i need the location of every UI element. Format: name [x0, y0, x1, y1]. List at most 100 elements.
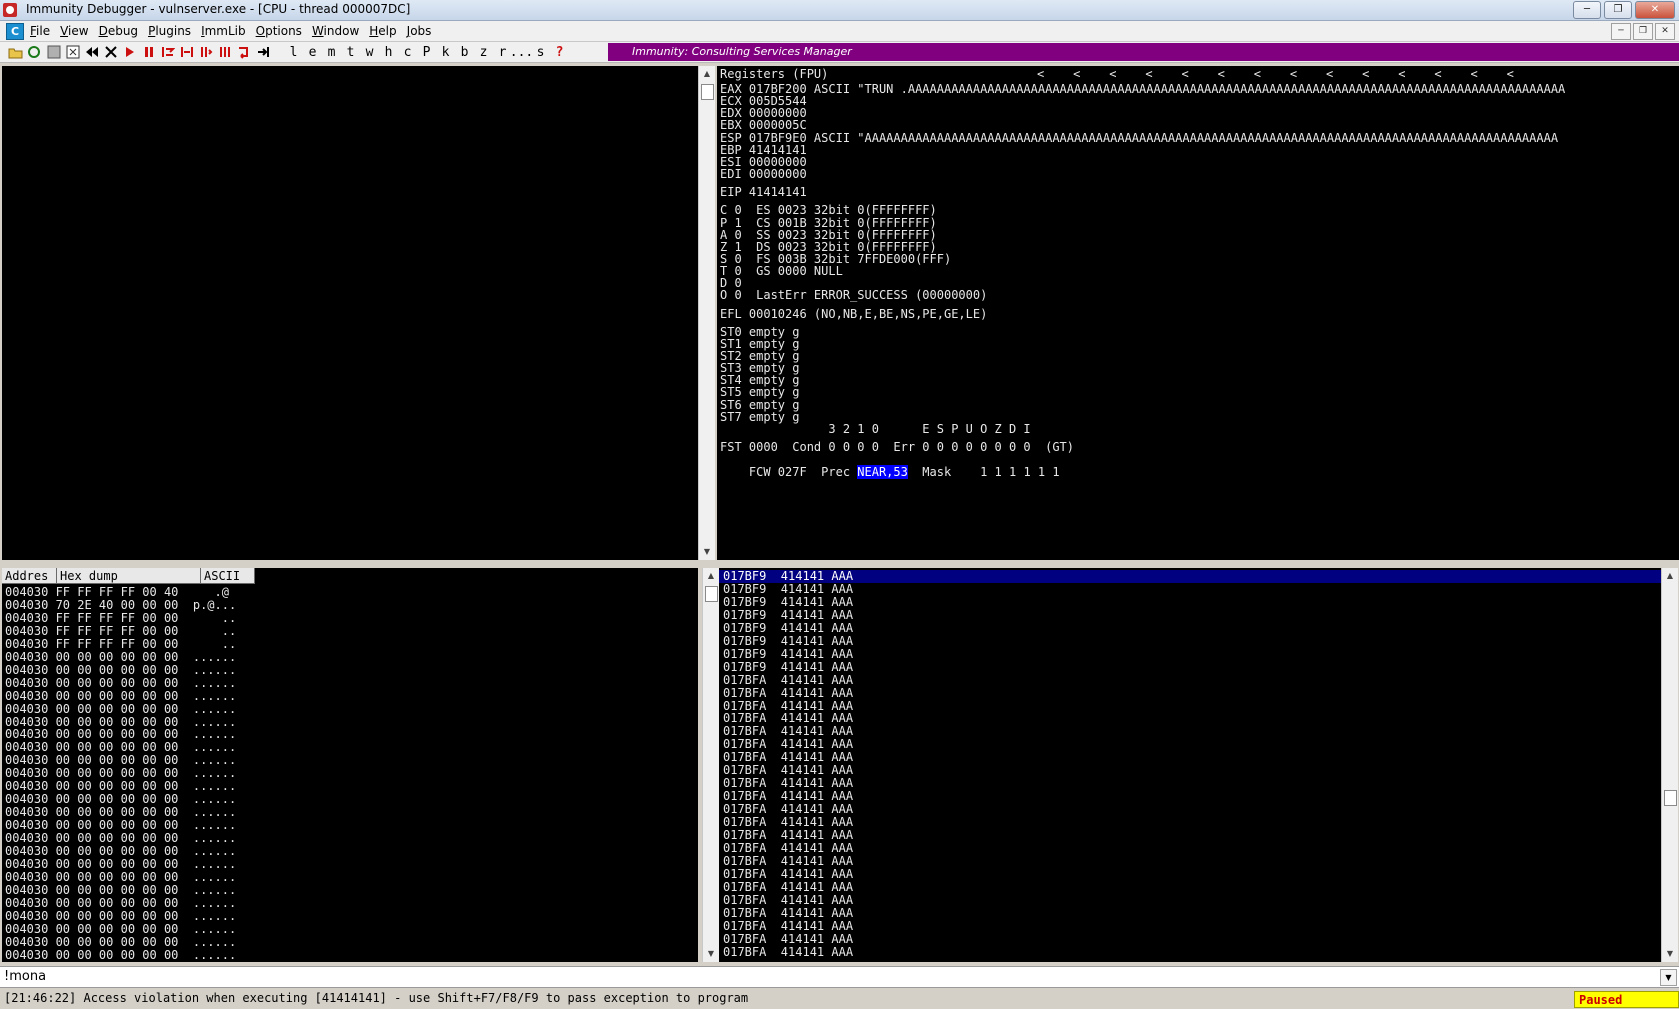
stack-row[interactable]: 017BFA 414141 AAA: [723, 764, 1661, 777]
trace-into-icon[interactable]: [196, 43, 215, 61]
column-hex-dump[interactable]: Hex dump: [57, 568, 201, 584]
hex-dump-pane[interactable]: Addres Hex dump ASCII 004030 FF FF FF FF…: [2, 568, 698, 962]
restart-icon[interactable]: [63, 43, 82, 61]
register-line[interactable]: FST 0000 Cond 0 0 0 0 Err 0 0 0 0 0 0 0 …: [720, 441, 1074, 454]
command-dropdown-icon[interactable]: ▼: [1660, 969, 1677, 986]
minimize-button[interactable]: ─: [1573, 1, 1601, 19]
scroll-up-icon[interactable]: ▲: [699, 66, 715, 82]
toolbar-window-button[interactable]: l: [284, 43, 303, 61]
scroll-down-icon[interactable]: ▼: [699, 544, 715, 560]
scroll-thumb[interactable]: [705, 586, 718, 602]
hex-row[interactable]: 004030 00 00 00 00 00 00 ......: [5, 676, 236, 690]
hex-row[interactable]: 004030 FF FF FF FF 00 00 ..: [5, 624, 236, 638]
stack-row[interactable]: 017BFA 414141 AAA: [723, 686, 1661, 700]
toolbar-window-button[interactable]: ...: [510, 43, 533, 61]
scroll-down-icon[interactable]: ▼: [1662, 946, 1678, 962]
hex-row[interactable]: 004030 00 00 00 00 00 00 ......: [5, 935, 236, 949]
close-button[interactable]: ✕: [1635, 1, 1675, 19]
menu-item-options[interactable]: Options: [256, 24, 310, 38]
stack-row[interactable]: 017BFA 414141 AAA: [723, 673, 1661, 687]
open-file-icon[interactable]: [6, 43, 25, 61]
stack-row[interactable]: 017BFA 414141 AAA: [723, 867, 1661, 881]
attach-icon[interactable]: [25, 43, 44, 61]
column-address[interactable]: Addres: [2, 568, 57, 584]
command-input[interactable]: !mona: [4, 969, 46, 984]
toolbar-window-button[interactable]: s: [531, 43, 550, 61]
stack-row[interactable]: 017BFA 414141 AAA: [723, 816, 1661, 829]
stack-row[interactable]: 017BFA 414141 AAA: [723, 777, 1661, 790]
hex-row[interactable]: 004030 70 2E 40 00 00 00 p.@...: [5, 598, 236, 612]
menu-item-help[interactable]: Help: [369, 24, 404, 38]
stack-row[interactable]: 017BF9 414141 AAA: [723, 660, 1661, 674]
scroll-thumb[interactable]: [1664, 790, 1677, 806]
menu-item-plugins[interactable]: Plugins: [148, 24, 199, 38]
stack-row[interactable]: 017BFA 414141 AAA: [723, 945, 1661, 959]
toolbar-window-button[interactable]: m: [322, 43, 341, 61]
stack-pane[interactable]: 017BF9 414141 AAA 017BF9 414141 AAA 017BF9…: [719, 568, 1661, 962]
toolbar-window-button[interactable]: w: [360, 43, 379, 61]
stack-row[interactable]: 017BFA 414141 AAA: [723, 841, 1661, 855]
stack-row[interactable]: 017BFA 414141 AAA: [723, 751, 1661, 764]
mdi-close-button[interactable]: ✕: [1655, 23, 1675, 40]
stack-row[interactable]: 017BFA 414141 AAA: [723, 725, 1661, 738]
menu-item-file[interactable]: File: [30, 24, 58, 38]
menu-item-debug[interactable]: Debug: [99, 24, 146, 38]
pause-icon[interactable]: [139, 43, 158, 61]
register-line[interactable]: 3 2 1 0 E S P U O Z D I: [720, 422, 1030, 436]
scroll-down-icon[interactable]: ▼: [703, 946, 719, 962]
close-process-icon[interactable]: [44, 43, 63, 61]
register-line[interactable]: EIP 41414141: [720, 186, 807, 199]
stack-row[interactable]: 017BFA 414141 AAA: [723, 699, 1661, 713]
stack-row[interactable]: 017BFA 414141 AAA: [723, 854, 1661, 868]
scroll-thumb[interactable]: [701, 84, 714, 100]
stack-row[interactable]: 017BFA 414141 AAA: [723, 803, 1661, 816]
disassembly-pane[interactable]: [2, 66, 698, 560]
hex-row[interactable]: 004030 00 00 00 00 00 00 ......: [5, 650, 236, 664]
run-icon[interactable]: [120, 43, 139, 61]
disassembly-scrollbar[interactable]: ▲ ▼: [698, 66, 715, 560]
hex-row[interactable]: 004030 00 00 00 00 00 00 ......: [5, 922, 236, 936]
fcw-precision[interactable]: NEAR,53: [857, 465, 908, 480]
terminate-icon[interactable]: [101, 43, 120, 61]
stack-row[interactable]: 017BFA 414141 AAA: [723, 919, 1661, 933]
trace-over-icon[interactable]: [215, 43, 234, 61]
stack-scrollbar[interactable]: ▲ ▼: [1661, 568, 1678, 962]
register-arrows[interactable]: < < < < < < < < < < < < < <: [1037, 68, 1514, 81]
mdi-restore-button[interactable]: ❐: [1633, 23, 1653, 40]
hex-row[interactable]: 004030 00 00 00 00 00 00 ......: [5, 948, 236, 962]
register-line[interactable]: EDI 00000000: [720, 168, 807, 181]
toolbar-window-button[interactable]: z: [474, 43, 493, 61]
menu-item-window[interactable]: Window: [312, 24, 367, 38]
register-line[interactable]: EAX 017BF200 ASCII "TRUN .AAAAAAAAAAAAAA…: [720, 83, 1565, 96]
toolbar-window-button[interactable]: e: [303, 43, 322, 61]
cpu-window-icon[interactable]: C: [6, 23, 24, 40]
stack-row[interactable]: 017BF9 414141 AAA: [723, 634, 1661, 648]
hex-row[interactable]: 004030 00 00 00 00 00 00 ......: [5, 663, 236, 677]
stack-row[interactable]: 017BFA 414141 AAA: [723, 829, 1661, 842]
go-to-address-icon[interactable]: [253, 43, 272, 61]
execute-till-return-icon[interactable]: [234, 43, 253, 61]
stack-row[interactable]: 017BFA 414141 AAA: [723, 712, 1661, 725]
toolbar-window-button[interactable]: P: [417, 43, 436, 61]
menu-item-view[interactable]: View: [60, 24, 96, 38]
hex-row[interactable]: 004030 00 00 00 00 00 00 ......: [5, 909, 236, 923]
scroll-up-icon[interactable]: ▲: [1662, 568, 1678, 584]
stack-row[interactable]: 017BF9 414141 AAA: [723, 582, 1661, 596]
mdi-minimize-button[interactable]: ─: [1611, 23, 1631, 40]
stack-row[interactable]: 017BFA 414141 AAA: [723, 932, 1661, 946]
rewind-icon[interactable]: [82, 43, 101, 61]
toolbar-window-button[interactable]: t: [341, 43, 360, 61]
hex-row[interactable]: 004030 00 00 00 00 00 00 ......: [5, 883, 236, 897]
stack-row[interactable]: 017BF9 414141 AAA: [719, 570, 1661, 583]
toolbar-window-button[interactable]: h: [379, 43, 398, 61]
stack-row[interactable]: 017BF9 414141 AAA: [723, 595, 1661, 609]
hex-row[interactable]: 004030 00 00 00 00 00 00 ......: [5, 870, 236, 884]
hex-row[interactable]: 004030 FF FF FF FF 00 00 ..: [5, 611, 236, 625]
stack-row[interactable]: 017BF9 414141 AAA: [723, 647, 1661, 661]
stack-row[interactable]: 017BFA 414141 AAA: [723, 906, 1661, 920]
stack-row[interactable]: 017BFA 414141 AAA: [723, 880, 1661, 894]
menu-item-immlib[interactable]: ImmLib: [201, 24, 254, 38]
stack-row[interactable]: 017BF9 414141 AAA: [723, 621, 1661, 635]
stack-row[interactable]: 017BFA 414141 AAA: [723, 790, 1661, 803]
scroll-up-icon[interactable]: ▲: [703, 568, 719, 584]
